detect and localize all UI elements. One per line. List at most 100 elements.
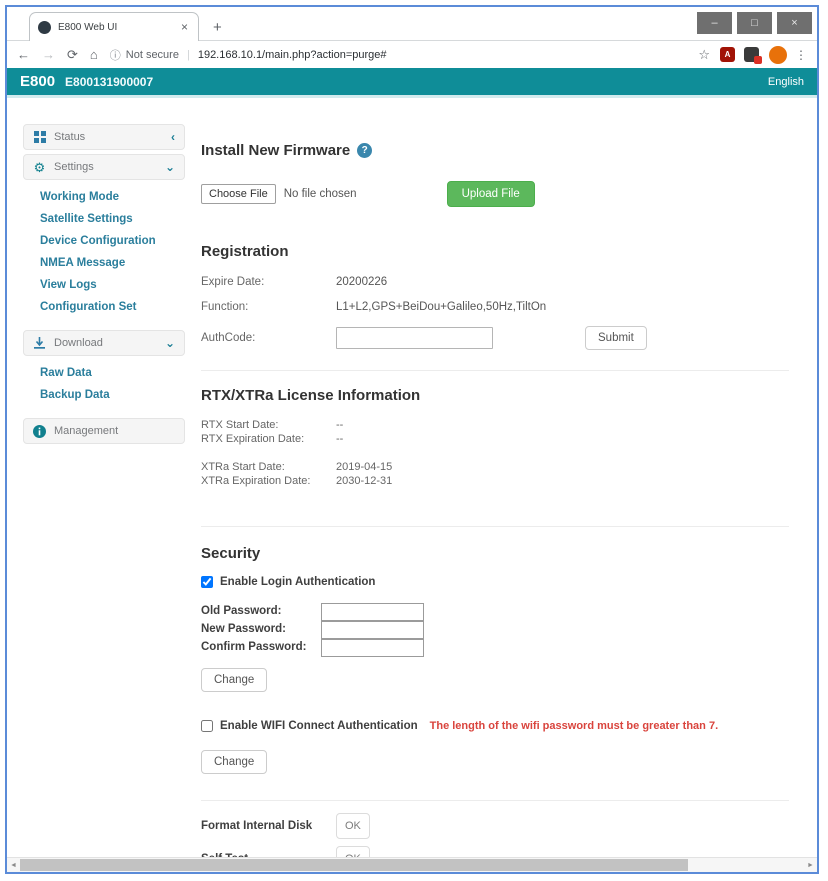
sidebar-item-configuration-set[interactable]: Configuration Set — [23, 296, 186, 318]
device-serial: E800131900007 — [65, 74, 154, 89]
site-favicon-icon — [38, 20, 51, 34]
grid-icon — [33, 131, 46, 143]
submit-button[interactable]: Submit — [585, 326, 647, 350]
browser-window: E800 Web UI × + – □ × ← → ⟳ ⌂ ⓘ Not secu… — [5, 5, 819, 874]
rtx-expiration-label: RTX Expiration Date: — [201, 433, 305, 445]
sidebar-item-working-mode[interactable]: Working Mode — [23, 186, 186, 208]
xtra-expiration-label: XTRa Expiration Date: — [201, 475, 311, 487]
home-icon[interactable]: ⌂ — [90, 47, 98, 62]
address-bar[interactable]: ⓘ Not secure | 192.168.10.1/main.php?act… — [110, 47, 689, 63]
expire-date-value: 20200226 — [336, 276, 388, 288]
choose-file-button[interactable]: Choose File — [201, 184, 276, 204]
confirm-password-input[interactable] — [321, 638, 424, 657]
download-sublinks: Raw Data Backup Data — [23, 362, 186, 406]
omnibox-separator: | — [186, 48, 190, 61]
chevron-down-icon: ⌄ — [164, 160, 175, 174]
security-label: Not secure — [125, 48, 179, 61]
rtx-start-label: RTX Start Date: — [201, 419, 279, 431]
change-wifi-button[interactable]: Change — [201, 750, 268, 774]
new-tab-button[interactable]: + — [213, 19, 222, 36]
upload-file-button[interactable]: Upload File — [446, 181, 535, 207]
download-icon — [33, 337, 46, 349]
format-disk-ok-button[interactable]: OK — [336, 813, 370, 839]
rtx-start-value: -- — [336, 419, 344, 431]
sidebar-item-raw-data[interactable]: Raw Data — [23, 362, 186, 384]
page-body: Status ‹ ⚙ Settings ⌄ Working Mode Satel… — [7, 98, 817, 872]
confirm-password-label: Confirm Password: — [201, 641, 307, 653]
sidebar-item-management[interactable]: Management — [23, 418, 185, 444]
sidebar-item-status[interactable]: Status ‹ — [23, 124, 185, 150]
profile-avatar[interactable] — [769, 45, 787, 64]
language-selector[interactable]: English — [768, 76, 804, 88]
change-password-button[interactable]: Change — [201, 668, 268, 692]
section-divider — [201, 526, 789, 527]
help-icon[interactable]: ? — [357, 143, 373, 158]
sidebar-item-label: Settings — [54, 161, 94, 173]
authcode-input[interactable] — [336, 327, 493, 349]
sidebar-item-settings[interactable]: ⚙ Settings ⌄ — [23, 154, 185, 180]
scroll-left-icon[interactable]: ◄ — [7, 862, 20, 869]
function-label: Function: — [201, 301, 249, 313]
chevron-left-icon: ‹ — [171, 130, 175, 144]
browser-menu-icon[interactable]: ⋮ — [795, 48, 807, 62]
url-text[interactable]: 192.168.10.1/main.php?action=purge# — [198, 49, 387, 61]
brand-title: E800 — [20, 73, 56, 90]
extension-icon[interactable] — [744, 47, 762, 64]
sidebar-item-label: Management — [54, 425, 119, 437]
main-content: Install New Firmware ? Choose File No fi… — [186, 98, 817, 872]
login-auth-checkbox[interactable] — [201, 576, 213, 588]
scroll-right-icon[interactable]: ► — [804, 862, 817, 869]
minimize-button[interactable]: – — [697, 12, 732, 34]
sidebar-item-satellite-settings[interactable]: Satellite Settings — [23, 208, 186, 230]
maximize-button[interactable]: □ — [737, 12, 772, 34]
sidebar-item-label: Download — [54, 337, 103, 349]
forward-icon[interactable]: → — [42, 47, 55, 62]
expire-date-label: Expire Date: — [201, 276, 265, 288]
old-password-label: Old Password: — [201, 605, 282, 617]
chevron-down-icon: ⌄ — [164, 336, 175, 350]
browser-toolbar: ← → ⟳ ⌂ ⓘ Not secure | 192.168.10.1/main… — [7, 41, 817, 68]
wifi-password-warning: The length of the wifi password must be … — [429, 720, 719, 732]
tab-strip: E800 Web UI × + – □ × — [7, 7, 817, 41]
format-disk-label: Format Internal Disk — [201, 820, 313, 832]
sidebar-item-device-configuration[interactable]: Device Configuration — [23, 230, 186, 252]
settings-sublinks: Working Mode Satellite Settings Device C… — [23, 186, 186, 318]
sidebar-item-label: Status — [54, 131, 86, 143]
xtra-start-value: 2019-04-15 — [336, 461, 393, 473]
sidebar-item-download[interactable]: Download ⌄ — [23, 330, 185, 356]
close-tab-icon[interactable]: × — [179, 20, 190, 34]
page-info-icon[interactable]: ⓘ — [110, 47, 121, 63]
license-section-title: RTX/XTRa License Information — [201, 387, 421, 404]
back-icon[interactable]: ← — [17, 47, 30, 62]
wifi-auth-label: Enable WIFI Connect Authentication — [220, 720, 418, 732]
section-divider — [201, 370, 789, 371]
scrollbar-thumb[interactable] — [20, 859, 688, 871]
sidebar-nav: Status ‹ ⚙ Settings ⌄ Working Mode Satel… — [7, 98, 186, 872]
login-auth-label: Enable Login Authentication — [220, 576, 376, 588]
horizontal-scrollbar[interactable]: ◄ ► — [7, 857, 817, 872]
tab-title: E800 Web UI — [58, 21, 118, 33]
firmware-section-title: Install New Firmware — [201, 142, 351, 159]
browser-tab[interactable]: E800 Web UI × — [29, 12, 199, 41]
sidebar-item-view-logs[interactable]: View Logs — [23, 274, 186, 296]
old-password-input[interactable] — [321, 602, 424, 621]
new-password-label: New Password: — [201, 623, 286, 635]
xtra-expiration-value: 2030-12-31 — [336, 475, 393, 487]
sidebar-item-nmea-message[interactable]: NMEA Message — [23, 252, 186, 274]
close-window-button[interactable]: × — [777, 12, 812, 34]
file-status-text: No file chosen — [283, 188, 357, 200]
reload-icon[interactable]: ⟳ — [67, 47, 78, 63]
extension-badge — [754, 56, 762, 64]
security-section-title: Security — [201, 545, 261, 562]
wifi-auth-checkbox[interactable] — [201, 720, 213, 732]
app-header: E800 E800131900007 English — [7, 68, 817, 98]
pdf-extension-icon[interactable]: A — [720, 47, 735, 62]
sidebar-item-backup-data[interactable]: Backup Data — [23, 384, 186, 406]
window-controls: – □ × — [697, 12, 812, 34]
bookmark-star-icon[interactable]: ☆ — [698, 47, 710, 63]
gear-icon: ⚙ — [33, 159, 46, 175]
xtra-start-label: XTRa Start Date: — [201, 461, 285, 473]
rtx-expiration-value: -- — [336, 433, 344, 445]
function-value: L1+L2,GPS+BeiDou+Galileo,50Hz,TiltOn — [336, 301, 547, 313]
new-password-input[interactable] — [321, 620, 424, 639]
